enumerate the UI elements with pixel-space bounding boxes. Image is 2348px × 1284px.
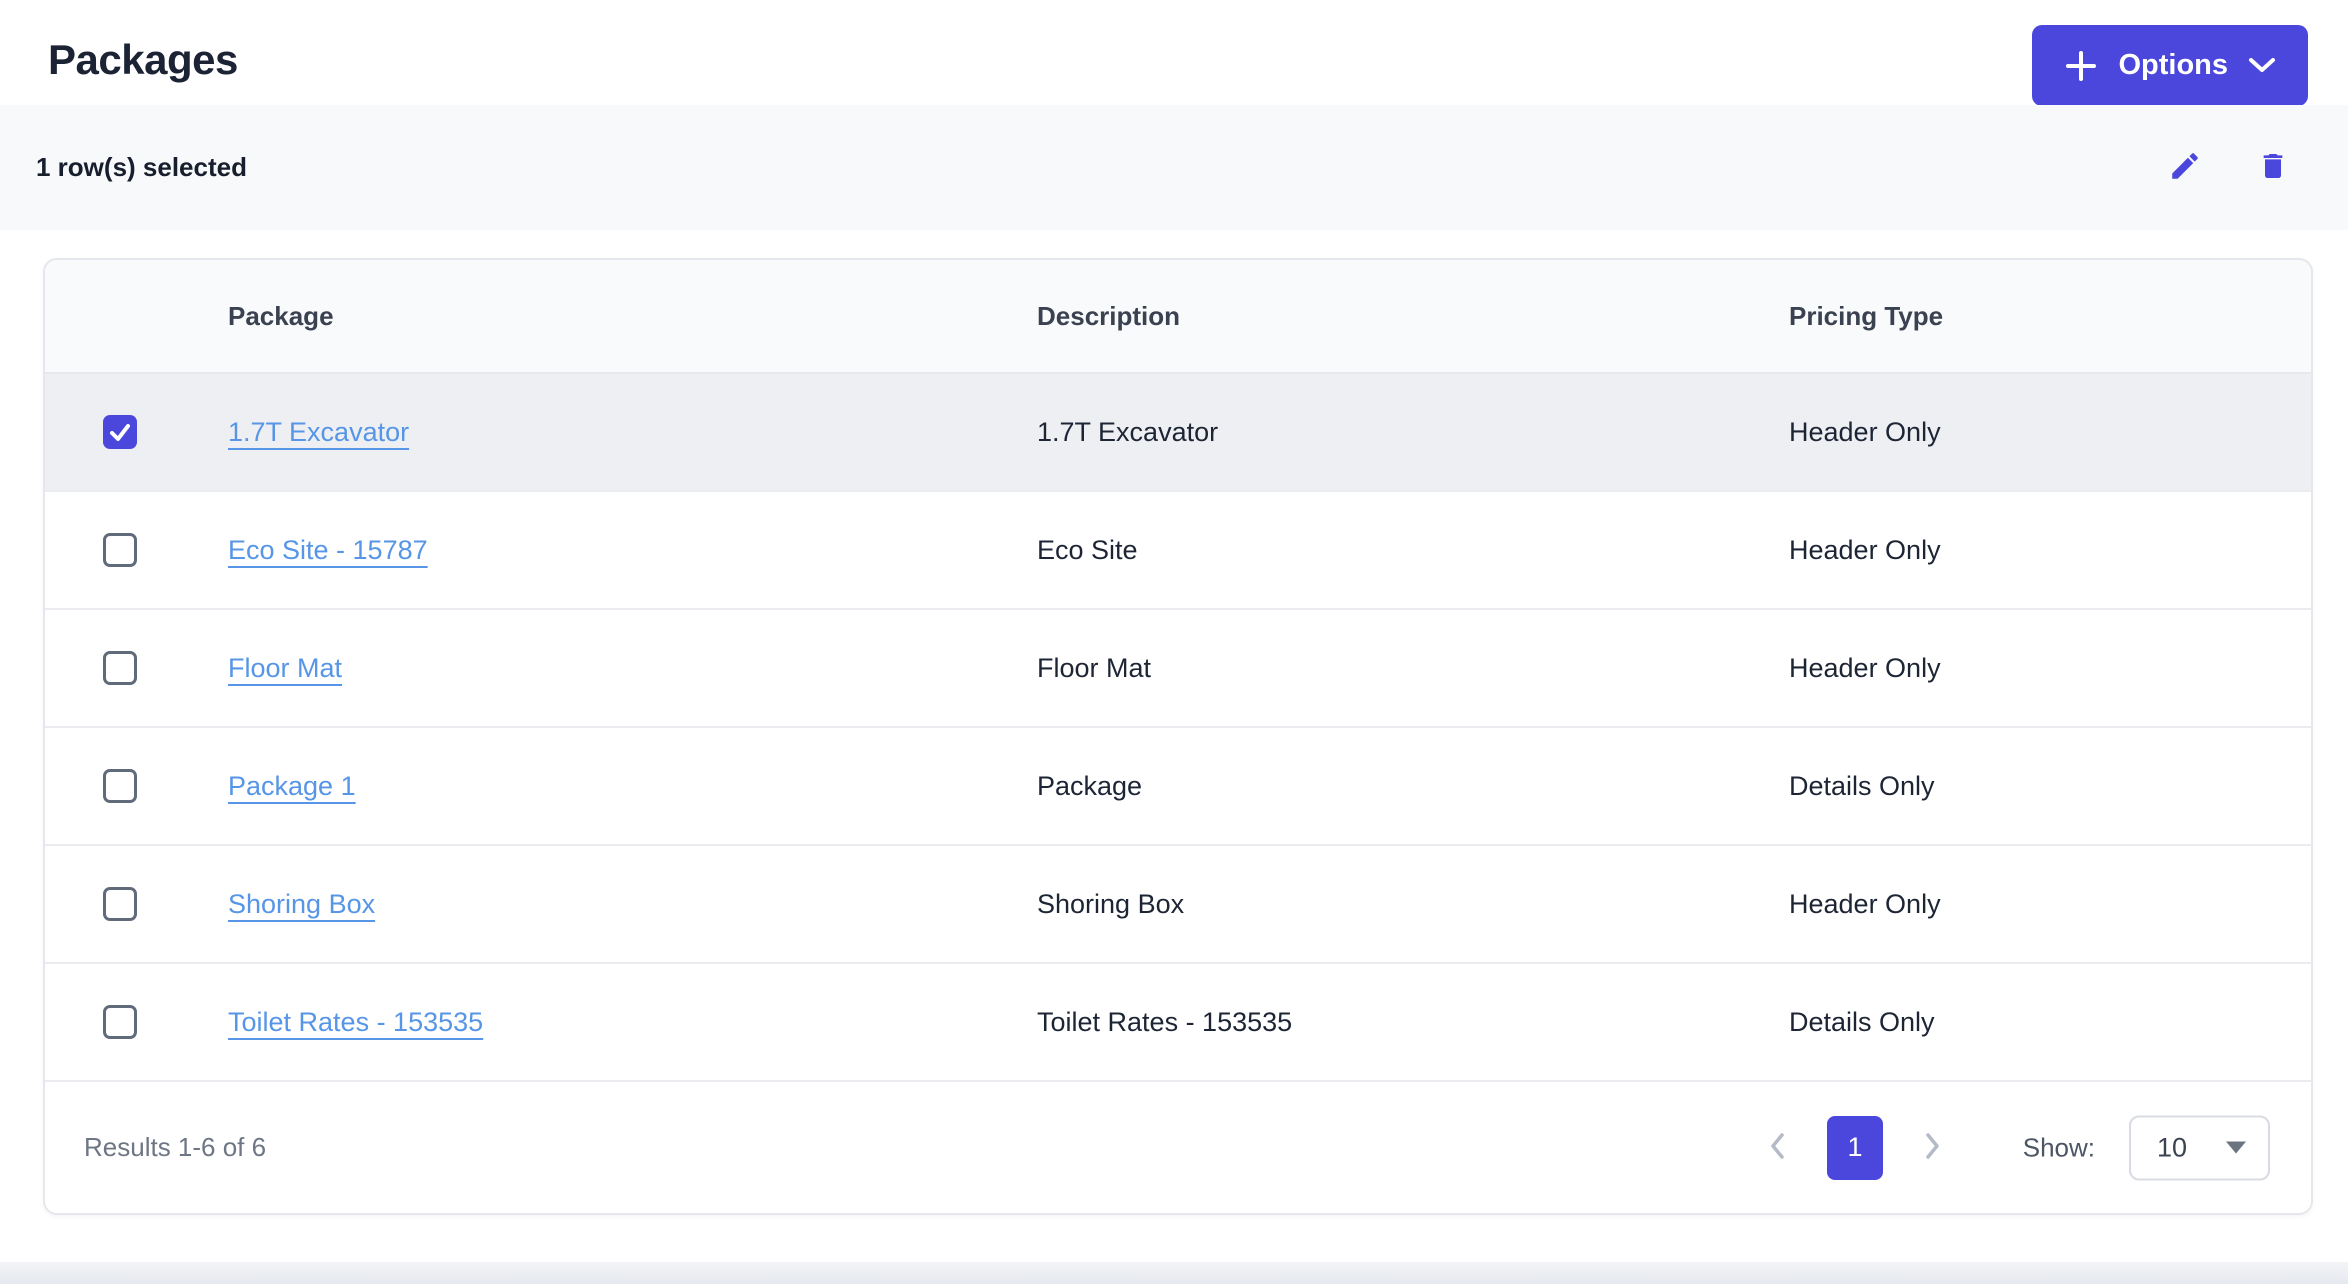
edit-button[interactable] — [2167, 150, 2203, 186]
plus-icon — [2064, 49, 2098, 83]
selection-count-text: 1 row(s) selected — [36, 152, 247, 183]
pricing-type-cell: Details Only — [1789, 1007, 2311, 1038]
description-cell: 1.7T Excavator — [1037, 417, 1789, 448]
description-cell: Package — [1037, 771, 1789, 802]
description-cell: Shoring Box — [1037, 889, 1789, 920]
selection-toolbar: 1 row(s) selected — [0, 105, 2348, 230]
pencil-icon — [2168, 149, 2202, 186]
package-link[interactable]: Package 1 — [228, 771, 356, 801]
chevron-right-icon — [1924, 1131, 1942, 1164]
package-link[interactable]: Eco Site - 15787 — [228, 535, 428, 565]
caret-down-icon — [2226, 1142, 2246, 1154]
column-header-description: Description — [1037, 301, 1789, 332]
delete-button[interactable] — [2255, 150, 2291, 186]
row-checkbox[interactable] — [103, 887, 137, 921]
table-row: Toilet Rates - 153535 Toilet Rates - 153… — [45, 964, 2311, 1082]
page-size-select[interactable]: 10 — [2129, 1115, 2270, 1180]
chevron-left-icon — [1768, 1131, 1786, 1164]
pricing-type-cell: Header Only — [1789, 417, 2311, 448]
row-checkbox[interactable] — [103, 1005, 137, 1039]
page-1-button[interactable]: 1 — [1827, 1116, 1883, 1180]
table-row: Shoring Box Shoring Box Header Only — [45, 846, 2311, 964]
bottom-edge-artifact — [0, 1262, 2348, 1284]
page-size-cluster: Show: 10 — [2023, 1115, 2270, 1180]
trash-icon — [2257, 150, 2289, 185]
column-header-package: Package — [228, 301, 1037, 332]
description-cell: Floor Mat — [1037, 653, 1789, 684]
table-header-row: Package Description Pricing Type — [45, 260, 2311, 374]
description-cell: Toilet Rates - 153535 — [1037, 1007, 1789, 1038]
package-link[interactable]: Shoring Box — [228, 889, 375, 919]
package-link[interactable]: 1.7T Excavator — [228, 417, 409, 447]
results-count: Results 1-6 of 6 — [84, 1132, 266, 1163]
pricing-type-cell: Header Only — [1789, 889, 2311, 920]
prev-page-button[interactable] — [1757, 1126, 1797, 1170]
package-link[interactable]: Floor Mat — [228, 653, 342, 683]
table-footer: Results 1-6 of 6 1 Show: 10 — [45, 1082, 2311, 1213]
pricing-type-cell: Header Only — [1789, 535, 2311, 566]
show-label: Show: — [2023, 1132, 2095, 1163]
page-size-value: 10 — [2157, 1132, 2187, 1163]
pricing-type-cell: Details Only — [1789, 771, 2311, 802]
pricing-type-cell: Header Only — [1789, 653, 2311, 684]
row-checkbox[interactable] — [103, 651, 137, 685]
row-checkbox[interactable] — [103, 415, 137, 449]
pagination: 1 — [1757, 1116, 1953, 1180]
packages-table-card: Package Description Pricing Type 1.7T Ex… — [43, 258, 2313, 1215]
toolbar-actions — [2167, 150, 2291, 186]
chevron-down-icon — [2248, 57, 2276, 75]
column-header-pricing-type: Pricing Type — [1789, 301, 2311, 332]
table-row: Package 1 Package Details Only — [45, 728, 2311, 846]
page-title: Packages — [48, 36, 238, 84]
row-checkbox[interactable] — [103, 533, 137, 567]
table-row: Eco Site - 15787 Eco Site Header Only — [45, 492, 2311, 610]
options-button-label: Options — [2118, 49, 2228, 82]
next-page-button[interactable] — [1913, 1126, 1953, 1170]
options-button[interactable]: Options — [2032, 25, 2308, 106]
package-link[interactable]: Toilet Rates - 153535 — [228, 1007, 483, 1037]
description-cell: Eco Site — [1037, 535, 1789, 566]
table-row: Floor Mat Floor Mat Header Only — [45, 610, 2311, 728]
table-row: 1.7T Excavator 1.7T Excavator Header Onl… — [45, 374, 2311, 492]
row-checkbox[interactable] — [103, 769, 137, 803]
